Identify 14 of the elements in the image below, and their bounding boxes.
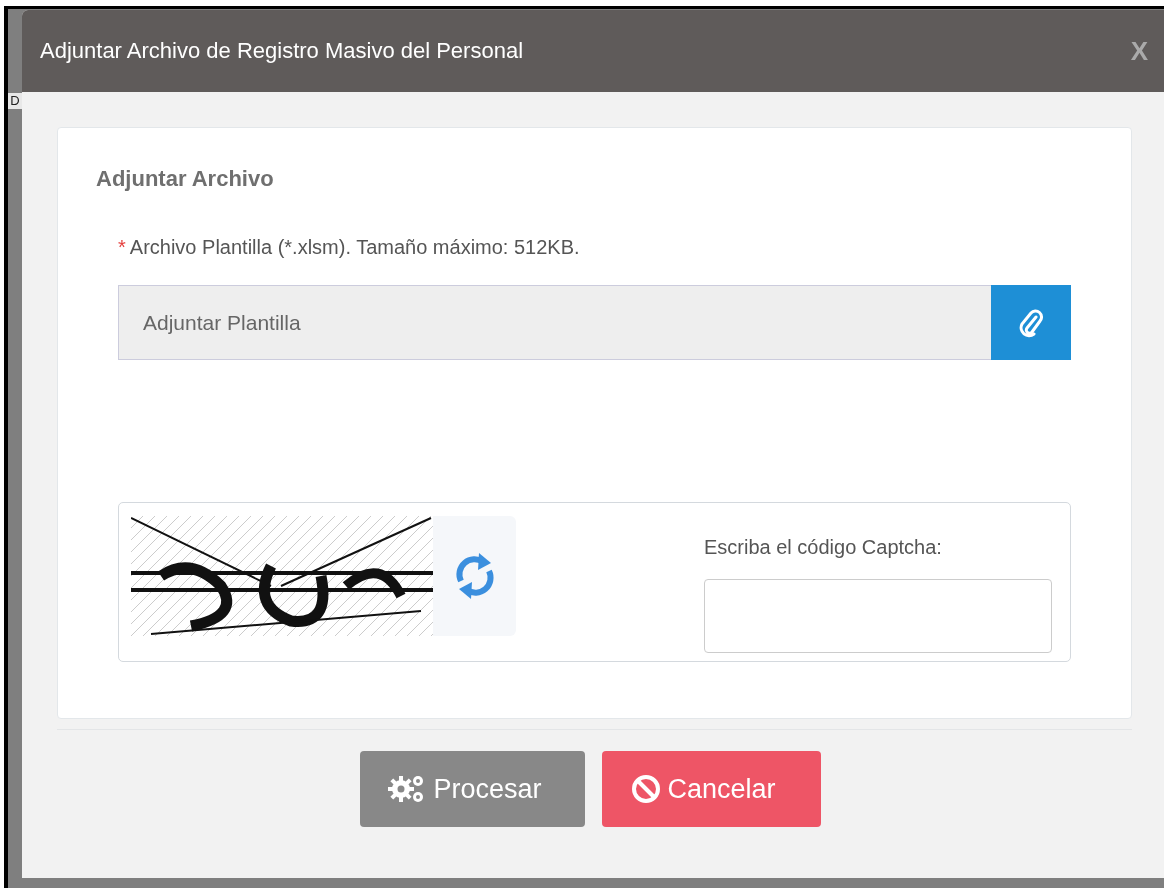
attach-button[interactable]: [991, 285, 1071, 360]
section-title: Adjuntar Archivo: [96, 166, 275, 192]
dialog-title: Adjuntar Archivo de Registro Masivo del Personal: [40, 38, 524, 64]
background-text: D: [8, 93, 22, 109]
captcha-label: Escriba el código Captcha:: [704, 536, 943, 559]
process-button[interactable]: Procesar: [359, 751, 585, 827]
file-label: * Archivo Plantilla (*.xlsm). Tamaño máximo: 512KB.: [118, 236, 581, 259]
refresh-button[interactable]: [433, 516, 516, 636]
cancel-button[interactable]: Cancelar: [601, 751, 821, 827]
close-button[interactable]: X: [1130, 35, 1148, 67]
file-field[interactable]: Adjuntar Plantilla: [118, 285, 991, 360]
ban-icon: [629, 773, 662, 805]
paperclip-icon: [1019, 307, 1043, 338]
captcha-field[interactable]: [704, 579, 1052, 653]
